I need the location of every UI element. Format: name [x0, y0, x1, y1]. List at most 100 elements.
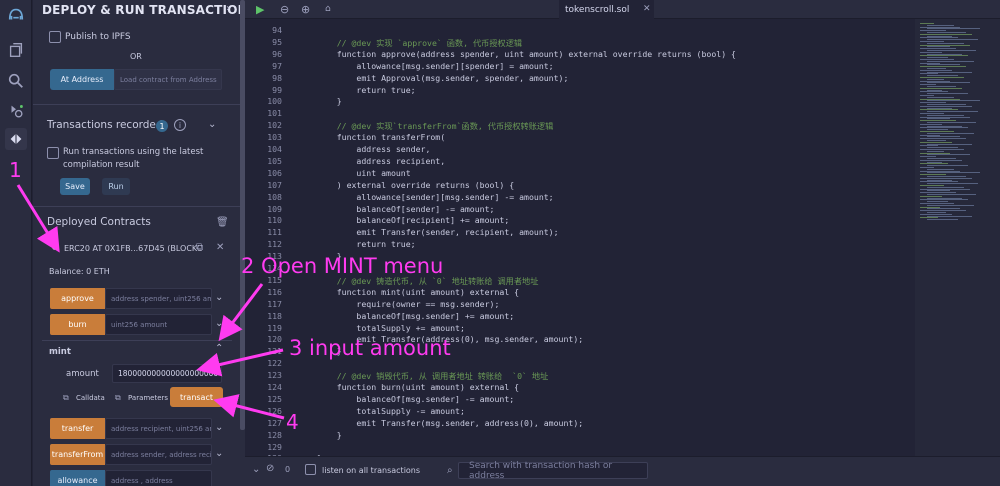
- mint-label: mint: [49, 347, 71, 357]
- mint-collapse-icon[interactable]: ⌃: [215, 343, 223, 354]
- amount-label: amount: [66, 369, 99, 379]
- at-address-button[interactable]: At Address: [50, 69, 114, 90]
- parameters-copy-icon[interactable]: ⧉: [115, 393, 121, 403]
- line-number: 124: [267, 382, 282, 392]
- transferfrom-button[interactable]: transferFrom: [50, 444, 105, 465]
- transfer-expand-icon[interactable]: ⌄: [215, 422, 223, 433]
- search-icon: ⌕: [447, 465, 453, 476]
- code-line: address recipient,: [317, 155, 446, 166]
- code-line: // @dev 销毁代币, 从 调用者地址 转账给 `0` 地址: [317, 371, 549, 382]
- search-icon[interactable]: [5, 70, 27, 92]
- annotation-step-1: 1: [9, 158, 22, 182]
- line-number: 118: [267, 310, 282, 321]
- code-line: uint amount: [317, 167, 411, 178]
- tab-tokenscroll[interactable]: tokenscroll.sol: [559, 0, 654, 19]
- transaction-search-input[interactable]: ⌕ Search with transaction hash or addres…: [447, 461, 648, 481]
- annotation-step-2: 2 Open MINT menu: [241, 254, 444, 278]
- zoom-in-icon[interactable]: ⊕: [301, 3, 310, 16]
- approve-expand-icon[interactable]: ⌄: [215, 292, 223, 303]
- line-number: 119: [267, 322, 282, 333]
- approve-input[interactable]: address spender, uint256 amou: [105, 288, 212, 309]
- run-button[interactable]: Run: [102, 178, 130, 195]
- code-line: function burn(uint amount) external {: [317, 382, 520, 392]
- balance-label: Balance: 0 ETH: [49, 267, 110, 276]
- allowance-input[interactable]: address , address: [105, 470, 212, 486]
- code-editor[interactable]: 94 95 // @dev 实现 `approve` 函数, 代币授权逻辑 96 f…: [245, 19, 915, 456]
- run-latest-label-1: Run transactions using the latest: [63, 147, 204, 157]
- transferfrom-input[interactable]: address sender, address recipie: [105, 444, 212, 465]
- divider: [33, 206, 240, 207]
- load-contract-address-input[interactable]: Load contract from Address: [114, 69, 222, 90]
- line-number: 129: [267, 441, 282, 452]
- calldata-label[interactable]: Calldata: [76, 394, 105, 402]
- or-label: OR: [130, 52, 142, 61]
- line-number: 125: [267, 393, 282, 404]
- file-explorer-icon[interactable]: [5, 39, 27, 61]
- transfer-button[interactable]: transfer: [50, 418, 105, 439]
- transactions-recorded-label: Transactions recorded: [47, 119, 163, 131]
- line-number: 101: [267, 108, 282, 119]
- approve-button[interactable]: approve: [50, 288, 105, 309]
- parameters-label[interactable]: Parameters: [128, 394, 168, 402]
- close-icon[interactable]: ✕: [216, 242, 224, 253]
- code-line: // @dev 实现`transferFrom`函数, 代币授权转账逻辑: [317, 121, 554, 132]
- remix-ide: DEPLOY & RUN TRANSACTIONS ✔ › Publish to…: [0, 0, 1000, 486]
- info-icon[interactable]: i: [174, 119, 186, 131]
- line-number: 110: [267, 215, 282, 226]
- trash-icon[interactable]: 🗑: [216, 217, 229, 228]
- burn-button[interactable]: burn: [50, 314, 105, 335]
- pending-count: 0: [285, 465, 291, 474]
- code-line: balanceOf[msg.sender] += amount;: [317, 310, 515, 321]
- transact-button[interactable]: transact: [170, 387, 223, 407]
- home-icon[interactable]: ⌂: [325, 4, 331, 14]
- code-line: function transferFrom(: [317, 132, 446, 143]
- contract-expand-icon[interactable]: ⌄: [50, 242, 58, 253]
- clear-console-icon[interactable]: ⊘: [266, 463, 274, 474]
- collapse-terminal-icon[interactable]: ⌄: [252, 464, 260, 475]
- run-latest-checkbox[interactable]: [47, 147, 59, 159]
- code-line: balanceOf[sender] -= amount;: [317, 203, 495, 214]
- copy-icon[interactable]: ⧉: [196, 242, 203, 253]
- line-number: 112: [267, 239, 282, 250]
- line-number: 117: [267, 298, 282, 309]
- code-line: totalSupply -= amount;: [317, 405, 465, 416]
- line-number: 96: [272, 48, 282, 59]
- code-line: totalSupply += amount;: [317, 322, 465, 333]
- mint-amount-input[interactable]: 180000000000000000000: [112, 364, 222, 383]
- chevron-right-icon[interactable]: ›: [226, 3, 230, 14]
- listen-label: listen on all transactions: [322, 466, 421, 475]
- code-line: return true;: [317, 239, 416, 250]
- burn-expand-icon[interactable]: ⌄: [215, 318, 223, 329]
- line-number: 100: [267, 96, 282, 107]
- code-line: require(owner == msg.sender);: [317, 298, 500, 309]
- annotation-step-3: 3 input amount: [289, 336, 451, 360]
- transfer-input[interactable]: address recipient, uint256 amo: [105, 418, 212, 439]
- burn-input[interactable]: uint256 amount: [105, 314, 212, 335]
- close-tab-icon[interactable]: ✕: [643, 4, 651, 14]
- calldata-copy-icon[interactable]: ⧉: [63, 393, 69, 403]
- zoom-out-icon[interactable]: ⊖: [280, 3, 289, 16]
- line-number: 94: [272, 25, 282, 35]
- minimap[interactable]: [915, 19, 1000, 456]
- transferfrom-expand-icon[interactable]: ⌄: [215, 448, 223, 459]
- run-script-icon[interactable]: ▶: [256, 3, 264, 16]
- code-line: return true;: [317, 84, 416, 95]
- code-line: ) external override returns (bool) {: [317, 179, 515, 190]
- chevron-down-icon[interactable]: ⌄: [208, 119, 216, 130]
- line-number: 122: [267, 358, 282, 369]
- line-number: 111: [267, 227, 282, 238]
- remix-logo-icon[interactable]: [5, 4, 27, 26]
- deployed-contracts-label: Deployed Contracts: [47, 216, 151, 228]
- contract-name: ERC20 AT 0X1FB...67D45 (BLOCKC: [64, 244, 203, 253]
- save-button[interactable]: Save: [60, 178, 90, 195]
- editor-toolbar: ▶ ⊖ ⊕ ⌂ tokenscroll.sol ✕: [245, 0, 1000, 19]
- code-line: balanceOf[msg.sender] -= amount;: [317, 393, 515, 404]
- allowance-button[interactable]: allowance: [50, 470, 105, 486]
- line-number: 121: [267, 346, 282, 357]
- publish-ipfs-checkbox[interactable]: [49, 31, 61, 43]
- icon-bar: [0, 0, 32, 486]
- line-number: 102: [267, 120, 282, 131]
- deploy-run-icon[interactable]: [5, 128, 27, 150]
- compiler-icon[interactable]: [5, 100, 27, 122]
- listen-checkbox[interactable]: [305, 464, 316, 475]
